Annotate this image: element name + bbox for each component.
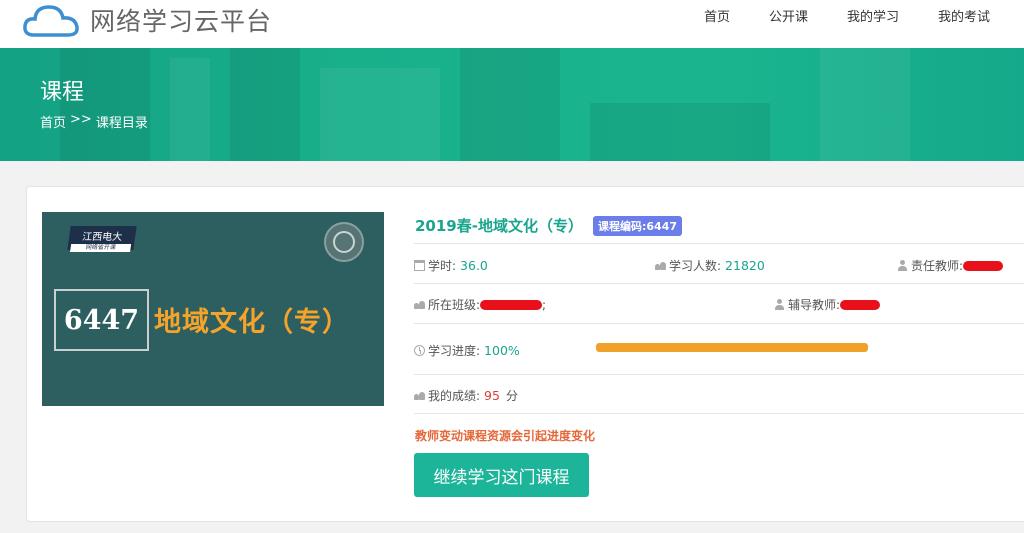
divider	[414, 374, 1024, 375]
course-thumbnail[interactable]: 江西电大 网络省开课 6447 地域文化（专）	[42, 212, 384, 406]
banner-decor	[460, 48, 560, 161]
banner-decor	[170, 58, 210, 161]
score-item: 我的成绩: 95 分	[414, 387, 518, 404]
clock-icon	[414, 345, 425, 356]
logo-text: 网络学习云平台	[90, 7, 273, 36]
score-unit: 分	[505, 389, 518, 403]
progress-value: 100%	[484, 343, 520, 358]
main-nav: 首页 公开课 我的学习 我的考试	[665, 6, 990, 25]
redacted-teacher-name	[963, 260, 1004, 271]
progress-bar	[596, 343, 868, 352]
nav-my-learning[interactable]: 我的学习	[847, 6, 899, 25]
group-icon	[414, 299, 425, 310]
redacted-class-name	[480, 299, 543, 310]
breadcrumb-separator: >>	[70, 112, 92, 127]
teacher-label: 责任教师:	[911, 259, 964, 273]
continue-learning-button[interactable]: 继续学习这门课程	[414, 453, 589, 497]
progress-label: 学习进度:	[428, 344, 481, 358]
nav-my-exams[interactable]: 我的考试	[938, 6, 990, 25]
banner-decor	[590, 103, 770, 161]
hours-label: 学时:	[428, 259, 457, 273]
course-code-badge: 课程编码:6447	[593, 216, 683, 236]
tutor-label: 辅导教师:	[788, 298, 841, 312]
class-suffix: ;	[542, 297, 547, 312]
class-label: 所在班级:	[428, 298, 481, 312]
course-card: 江西电大 网络省开课 6447 地域文化（专） 2019春-地域文化（专） 课程…	[26, 186, 1024, 522]
group-icon	[655, 260, 666, 271]
course-title[interactable]: 2019春-地域文化（专）	[415, 215, 583, 236]
divider	[414, 323, 1024, 324]
teacher-item: 责任教师:	[897, 257, 1004, 274]
thumbnail-tag: 江西电大 网络省开课	[67, 226, 137, 252]
top-navbar: 网络学习云平台 首页 公开课 我的学习 我的考试	[0, 0, 1024, 48]
banner-decor	[320, 68, 440, 161]
learners-item: 学习人数: 21820	[655, 257, 765, 274]
page-banner: 课程 首页 >> 课程目录	[0, 48, 1024, 161]
banner-decor	[820, 48, 910, 161]
calendar-icon	[414, 260, 425, 271]
user-icon	[774, 299, 785, 310]
thumbnail-course-name: 地域文化（专）	[154, 307, 350, 338]
score-label: 我的成绩:	[428, 389, 481, 403]
score-value: 95	[484, 388, 500, 403]
nav-open-courses[interactable]: 公开课	[769, 6, 808, 25]
breadcrumb-current[interactable]: 课程目录	[96, 112, 148, 131]
progress-bar-fill	[596, 343, 868, 352]
learners-label: 学习人数:	[669, 259, 722, 273]
seal-icon	[324, 222, 364, 262]
cloud-icon	[22, 1, 82, 39]
banner-decor	[230, 48, 300, 161]
learners-value: 21820	[725, 258, 765, 273]
class-item: 所在班级: ;	[414, 296, 546, 313]
progress-item: 学习进度: 100%	[414, 342, 520, 359]
tutor-item: 辅导教师:	[774, 296, 881, 313]
redacted-tutor-name	[840, 299, 881, 310]
site-logo[interactable]: 网络学习云平台	[22, 0, 272, 40]
divider	[414, 243, 1024, 244]
nav-home[interactable]: 首页	[704, 6, 730, 25]
thumbnail-tag-subtitle: 网络省开课	[70, 244, 132, 252]
hours-value: 36.0	[460, 258, 488, 273]
progress-notice: 教师变动课程资源会引起进度变化	[415, 429, 596, 443]
hours-item: 学时: 36.0	[414, 257, 488, 274]
divider	[414, 283, 1024, 284]
group-icon	[414, 390, 425, 401]
divider	[414, 413, 1024, 414]
user-icon	[897, 260, 908, 271]
thumbnail-tag-title: 江西电大	[81, 232, 123, 243]
breadcrumb-home[interactable]: 首页	[40, 112, 66, 131]
page-title: 课程	[40, 80, 85, 105]
breadcrumb: 首页 >> 课程目录	[40, 112, 148, 131]
thumbnail-course-code: 6447	[54, 289, 149, 351]
